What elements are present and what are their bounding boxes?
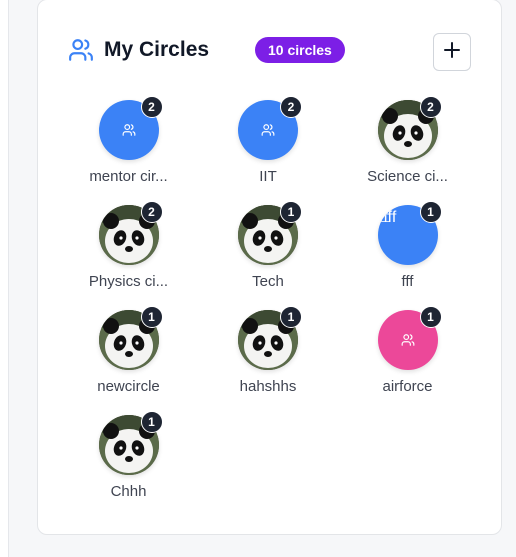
add-circle-button[interactable]: [433, 33, 471, 71]
member-count-badge: 2: [419, 96, 442, 118]
plus-icon: [443, 41, 461, 64]
circle-avatar-wrap: 2: [98, 201, 163, 265]
circle-item[interactable]: 2 Physics ci...: [59, 201, 198, 310]
circle-avatar-wrap: 1: [377, 306, 442, 370]
circle-item[interactable]: 1 newcircle: [59, 306, 198, 415]
circle-avatar-wrap: 1: [238, 306, 302, 370]
circle-name: Tech: [252, 273, 284, 290]
member-count-badge: 2: [140, 201, 163, 223]
circle-name: Science ci...: [367, 168, 448, 185]
circle-item[interactable]: 1 Chhh: [59, 411, 198, 520]
circle-item[interactable]: 2 mentor cir...: [59, 96, 198, 205]
circle-name: newcircle: [97, 378, 160, 395]
circle-item[interactable]: fff 1 fff: [338, 201, 477, 310]
member-count-badge: 1: [419, 201, 442, 223]
member-count-badge: 2: [280, 96, 302, 118]
circle-item[interactable]: 2 Science ci...: [338, 96, 477, 205]
member-count-badge: 2: [140, 96, 163, 118]
circles-grid: 2 mentor cir... 2 IIT 2 Science ci... 2 Physics…: [59, 96, 477, 520]
circle-avatar-wrap: fff 1: [377, 201, 442, 265]
circle-name: mentor cir...: [89, 168, 168, 185]
card-header: My Circles 10 circles: [68, 33, 471, 73]
member-count-badge: 1: [280, 306, 302, 328]
circle-item[interactable]: 1 hahshhs: [198, 306, 338, 415]
circle-item[interactable]: 1 airforce: [338, 306, 477, 415]
circle-avatar-wrap: 1: [98, 306, 163, 370]
left-panel-edge: [0, 0, 9, 557]
circle-avatar-wrap: 1: [98, 411, 163, 475]
circle-name: hahshhs: [239, 378, 297, 395]
circle-name: IIT: [259, 168, 277, 185]
member-count-badge: 1: [280, 201, 302, 223]
circle-item[interactable]: 1 Tech: [198, 201, 338, 310]
circle-count-badge: 10 circles: [255, 37, 345, 63]
circle-name: fff: [401, 273, 414, 290]
member-count-badge: 1: [140, 411, 163, 433]
users-icon: [68, 37, 94, 63]
circle-avatar-wrap: 2: [98, 96, 163, 160]
my-circles-card: My Circles 10 circles 2 mentor cir... 2 IIT…: [37, 0, 502, 535]
image-alt-text: fff: [383, 209, 397, 226]
circle-name: airforce: [382, 378, 433, 395]
member-count-badge: 1: [419, 306, 442, 328]
circle-name: Chhh: [110, 483, 147, 500]
circle-avatar-wrap: 1: [238, 201, 302, 265]
circle-avatar-wrap: 2: [377, 96, 442, 160]
circle-item[interactable]: 2 IIT: [198, 96, 338, 205]
page-title: My Circles: [104, 38, 210, 61]
circle-avatar-wrap: 2: [238, 96, 302, 160]
circle-name: Physics ci...: [88, 273, 169, 290]
member-count-badge: 1: [140, 306, 163, 328]
